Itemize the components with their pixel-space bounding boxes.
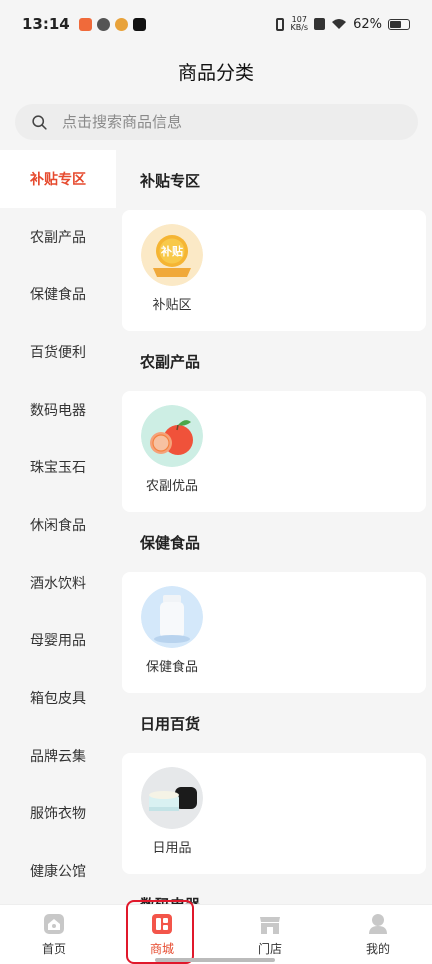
profile-icon <box>369 914 387 934</box>
sidebar-item-general-goods[interactable]: 百货便利 <box>0 323 116 381</box>
app-notification-icon <box>132 17 146 31</box>
subsidy-badge-icon: 补贴 <box>141 224 203 286</box>
tab-label: 商城 <box>149 942 174 956</box>
store-icon <box>260 917 280 934</box>
tab-home[interactable]: 首页 <box>0 905 108 964</box>
supplement-bottle-icon <box>141 586 203 648</box>
notification-icons <box>78 17 146 31</box>
sim-icon <box>314 18 326 30</box>
status-right: 107 KB/s 62% <box>276 16 410 32</box>
app-notification-icon <box>78 17 92 31</box>
search-bar[interactable] <box>15 104 418 140</box>
subcategory-name: 农副优品 <box>145 479 198 494</box>
fruit-icon <box>141 405 203 467</box>
category-card: 日用品 <box>122 753 426 874</box>
tab-label: 门店 <box>257 942 282 956</box>
sidebar-item-snacks[interactable]: 休闲食品 <box>0 496 116 554</box>
app-notification-icon <box>114 17 128 31</box>
battery-percent: 62% <box>353 16 382 32</box>
home-icon <box>44 914 64 934</box>
sidebar-item-digital[interactable]: 数码电器 <box>0 381 116 439</box>
subcategory-name: 保健食品 <box>145 660 198 675</box>
section-title: 日用百货 <box>140 714 201 733</box>
category-content: 补贴专区 补贴 补贴区 农副产品 农副优品 保健食品 保健食品 日用百货 日用品 <box>116 150 432 904</box>
subsidy-badge-text: 补贴 <box>160 244 183 258</box>
wifi-icon <box>332 19 347 29</box>
status-time: 13:14 <box>22 15 70 33</box>
section-title: 补贴专区 <box>140 171 201 190</box>
sidebar-item-drinks[interactable]: 酒水饮料 <box>0 554 116 612</box>
sidebar-item-health-food[interactable]: 保健食品 <box>0 265 116 323</box>
sidebar-item-subsidy[interactable]: 补贴专区 <box>0 150 116 208</box>
bottom-tab-bar: 首页 商城 门店 我的 <box>0 904 432 964</box>
tab-mall[interactable]: 商城 <box>108 905 216 964</box>
home-indicator <box>155 958 275 962</box>
tab-profile[interactable]: 我的 <box>324 905 432 964</box>
status-bar: 13:14 107 KB/s 62% <box>0 0 432 48</box>
tab-label: 首页 <box>41 942 66 956</box>
sidebar-item-jewelry[interactable]: 珠宝玉石 <box>0 438 116 496</box>
sidebar-item-brands[interactable]: 品牌云集 <box>0 727 116 785</box>
sidebar-item-apparel[interactable]: 服饰衣物 <box>0 785 116 843</box>
tab-store[interactable]: 门店 <box>216 905 324 964</box>
section-title: 数码电器 <box>116 874 432 905</box>
category-card: 补贴 补贴区 <box>122 210 426 331</box>
sidebar-item-health-hall[interactable]: 健康公馆 <box>0 842 116 900</box>
search-input[interactable] <box>62 113 382 131</box>
search-icon <box>32 114 47 130</box>
subcategory-item[interactable]: 保健食品 <box>140 586 204 675</box>
sidebar-item-baby[interactable]: 母婴用品 <box>0 612 116 670</box>
category-card: 农副优品 <box>122 391 426 512</box>
sidebar-item-bags[interactable]: 箱包皮具 <box>0 669 116 727</box>
sidebar-item-agricultural[interactable]: 农副产品 <box>0 208 116 266</box>
subcategory-item[interactable]: 农副优品 <box>140 405 204 494</box>
page-title: 商品分类 <box>0 48 432 94</box>
subcategory-item[interactable]: 日用品 <box>140 767 204 856</box>
network-speed: 107 KB/s <box>290 15 309 32</box>
category-card: 保健食品 <box>122 572 426 693</box>
section-title: 保健食品 <box>140 533 201 552</box>
subcategory-name: 补贴区 <box>152 298 192 313</box>
category-sidebar: 补贴专区 农副产品 保健食品 百货便利 数码电器 珠宝玉石 休闲食品 酒水饮料 … <box>0 150 116 904</box>
cream-jar-icon <box>141 767 203 829</box>
battery-icon <box>388 18 410 30</box>
subcategory-item[interactable]: 补贴 补贴区 <box>140 224 204 313</box>
section-title: 农副产品 <box>140 352 201 371</box>
tab-label: 我的 <box>365 942 390 956</box>
mall-icon <box>152 914 172 934</box>
vibrate-icon <box>276 17 285 31</box>
app-notification-icon <box>96 17 110 31</box>
subcategory-name: 日用品 <box>152 841 192 856</box>
